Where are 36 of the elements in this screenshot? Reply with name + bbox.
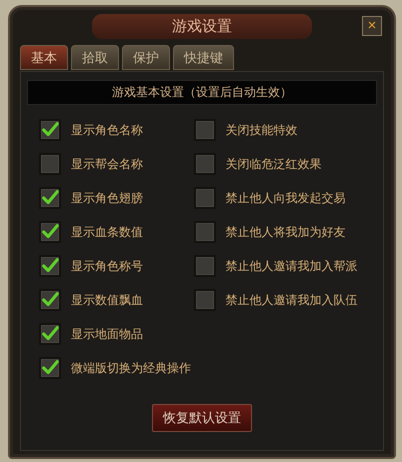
checkbox[interactable] <box>194 153 216 175</box>
checkbox-label: 显示数值飘血 <box>71 292 143 308</box>
checkbox[interactable] <box>39 153 61 175</box>
section-header: 游戏基本设置（设置后自动生效） <box>27 80 377 105</box>
tab[interactable]: 保护 <box>122 45 170 70</box>
checkbox-label: 禁止他人邀请我加入帮派 <box>226 258 358 274</box>
checkbox-label: 显示帮会名称 <box>71 156 143 172</box>
checkbox-label: 显示角色翅膀 <box>71 190 143 206</box>
reset-button[interactable]: 恢复默认设置 <box>152 404 252 432</box>
checkbox[interactable] <box>39 187 61 209</box>
close-button[interactable]: × <box>362 16 382 36</box>
checkbox[interactable] <box>194 255 216 277</box>
checkbox-label: 显示地面物品 <box>71 326 143 342</box>
tab[interactable]: 基本 <box>20 45 68 70</box>
checkbox[interactable] <box>39 289 61 311</box>
checkbox-label: 禁止他人邀请我加入队伍 <box>226 292 358 308</box>
checkbox[interactable] <box>39 255 61 277</box>
checkbox-label: 微端版切换为经典操作 <box>71 360 191 376</box>
checkbox[interactable] <box>39 221 61 243</box>
checkbox[interactable] <box>39 357 61 379</box>
checkbox-label: 显示血条数值 <box>71 224 143 240</box>
window-title: 游戏设置 <box>92 14 312 38</box>
checkbox-label: 关闭技能特效 <box>226 122 298 138</box>
checkbox-label: 禁止他人将我加为好友 <box>226 224 346 240</box>
checkbox-label: 禁止他人向我发起交易 <box>226 190 346 206</box>
checkbox-label: 显示角色称号 <box>71 258 143 274</box>
checkbox[interactable] <box>39 323 61 345</box>
checkbox-label: 关闭临危泛红效果 <box>226 156 322 172</box>
checkbox[interactable] <box>39 119 61 141</box>
tab[interactable]: 快捷键 <box>173 45 234 70</box>
checkbox[interactable] <box>194 221 216 243</box>
checkbox[interactable] <box>194 289 216 311</box>
checkbox[interactable] <box>194 119 216 141</box>
checkbox[interactable] <box>194 187 216 209</box>
checkbox-label: 显示角色名称 <box>71 122 143 138</box>
tab[interactable]: 拾取 <box>71 45 119 70</box>
